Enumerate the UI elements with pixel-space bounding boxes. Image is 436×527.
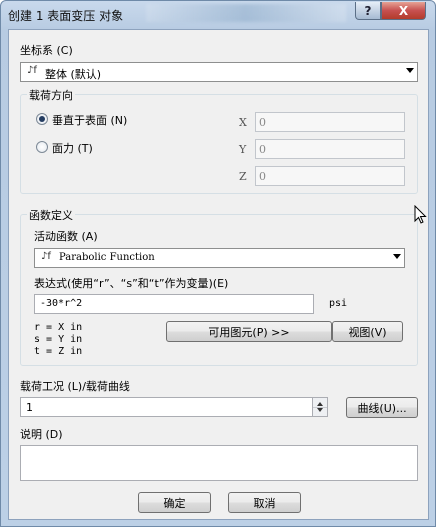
y-component-value: 0 bbox=[259, 143, 266, 156]
close-button[interactable]: X bbox=[381, 2, 426, 20]
active-function-label: 活动函数 (A) bbox=[34, 230, 98, 243]
function-icon: ♪f bbox=[27, 65, 37, 76]
title-bar-blurred-region bbox=[146, 4, 346, 22]
window-title: 创建 1 表面变压 对象 bbox=[8, 9, 124, 23]
description-label: 说明 (D) bbox=[20, 428, 63, 441]
load-case-spinner[interactable] bbox=[312, 397, 328, 417]
variable-mapping-s: s = Y in bbox=[34, 334, 83, 345]
variable-mapping-r: r = X in bbox=[34, 322, 83, 333]
ok-button[interactable]: 确定 bbox=[138, 492, 211, 513]
load-direction-label: 载荷方向 bbox=[27, 87, 75, 103]
variable-mapping-t: t = Z in bbox=[34, 346, 83, 357]
load-case-label: 载荷工况 (L)/载荷曲线 bbox=[20, 380, 130, 393]
z-axis-label: Z bbox=[239, 170, 247, 183]
dialog-client-area: 坐标系 (C) ♪f 整体 (默认) 载荷方向 垂直于表面 (N) 面力 (T)… bbox=[8, 29, 429, 520]
view-button[interactable]: 视图(V) bbox=[332, 321, 403, 342]
x-component-value: 0 bbox=[259, 116, 266, 129]
chevron-down-icon bbox=[406, 68, 414, 73]
y-axis-label: Y bbox=[239, 143, 247, 156]
description-input[interactable] bbox=[20, 445, 418, 481]
radio-normal-label[interactable]: 垂直于表面 (N) bbox=[52, 112, 127, 128]
x-component-field[interactable]: 0 bbox=[255, 112, 405, 132]
expression-unit: psi bbox=[329, 298, 348, 309]
title-bar[interactable]: 创建 1 表面变压 对象 ? X bbox=[1, 1, 435, 27]
dialog-window: 创建 1 表面变压 对象 ? X 坐标系 (C) ♪f 整体 (默认) 载荷方向… bbox=[0, 0, 436, 527]
expression-input[interactable]: -30*r^2 bbox=[34, 294, 314, 314]
mouse-pointer-icon bbox=[414, 205, 427, 224]
z-component-field[interactable]: 0 bbox=[255, 166, 405, 186]
chevron-down-icon bbox=[393, 254, 401, 259]
coord-system-select[interactable]: ♪f 整体 (默认) bbox=[20, 62, 418, 82]
active-function-select[interactable]: ♪f Parabolic Function bbox=[34, 248, 405, 268]
function-definition-label: 函数定义 bbox=[27, 207, 75, 223]
spin-down-icon[interactable] bbox=[317, 408, 323, 412]
expression-value: -30*r^2 bbox=[40, 298, 83, 309]
radio-normal-to-surface[interactable] bbox=[36, 113, 48, 125]
coord-system-value: 整体 (默认) bbox=[45, 68, 102, 81]
load-case-input[interactable]: 1 bbox=[20, 397, 314, 417]
z-component-value: 0 bbox=[259, 170, 266, 183]
active-function-value: Parabolic Function bbox=[59, 252, 155, 263]
available-primitives-button[interactable]: 可用图元(P) >> bbox=[166, 321, 332, 342]
load-case-value: 1 bbox=[26, 401, 33, 414]
radio-traction-label[interactable]: 面力 (T) bbox=[52, 140, 93, 156]
help-button[interactable]: ? bbox=[355, 2, 381, 20]
spin-up-icon[interactable] bbox=[317, 402, 323, 406]
x-axis-label: X bbox=[239, 116, 247, 129]
coord-system-label: 坐标系 (C) bbox=[20, 44, 73, 57]
radio-traction[interactable] bbox=[36, 141, 48, 153]
cancel-button[interactable]: 取消 bbox=[228, 492, 301, 513]
y-component-field[interactable]: 0 bbox=[255, 139, 405, 159]
function-icon: ♪f bbox=[41, 251, 51, 262]
curve-button[interactable]: 曲线(U)... bbox=[346, 397, 418, 418]
expression-label: 表达式(使用“r”、“s”和“t”作为变量)(E) bbox=[34, 277, 229, 290]
